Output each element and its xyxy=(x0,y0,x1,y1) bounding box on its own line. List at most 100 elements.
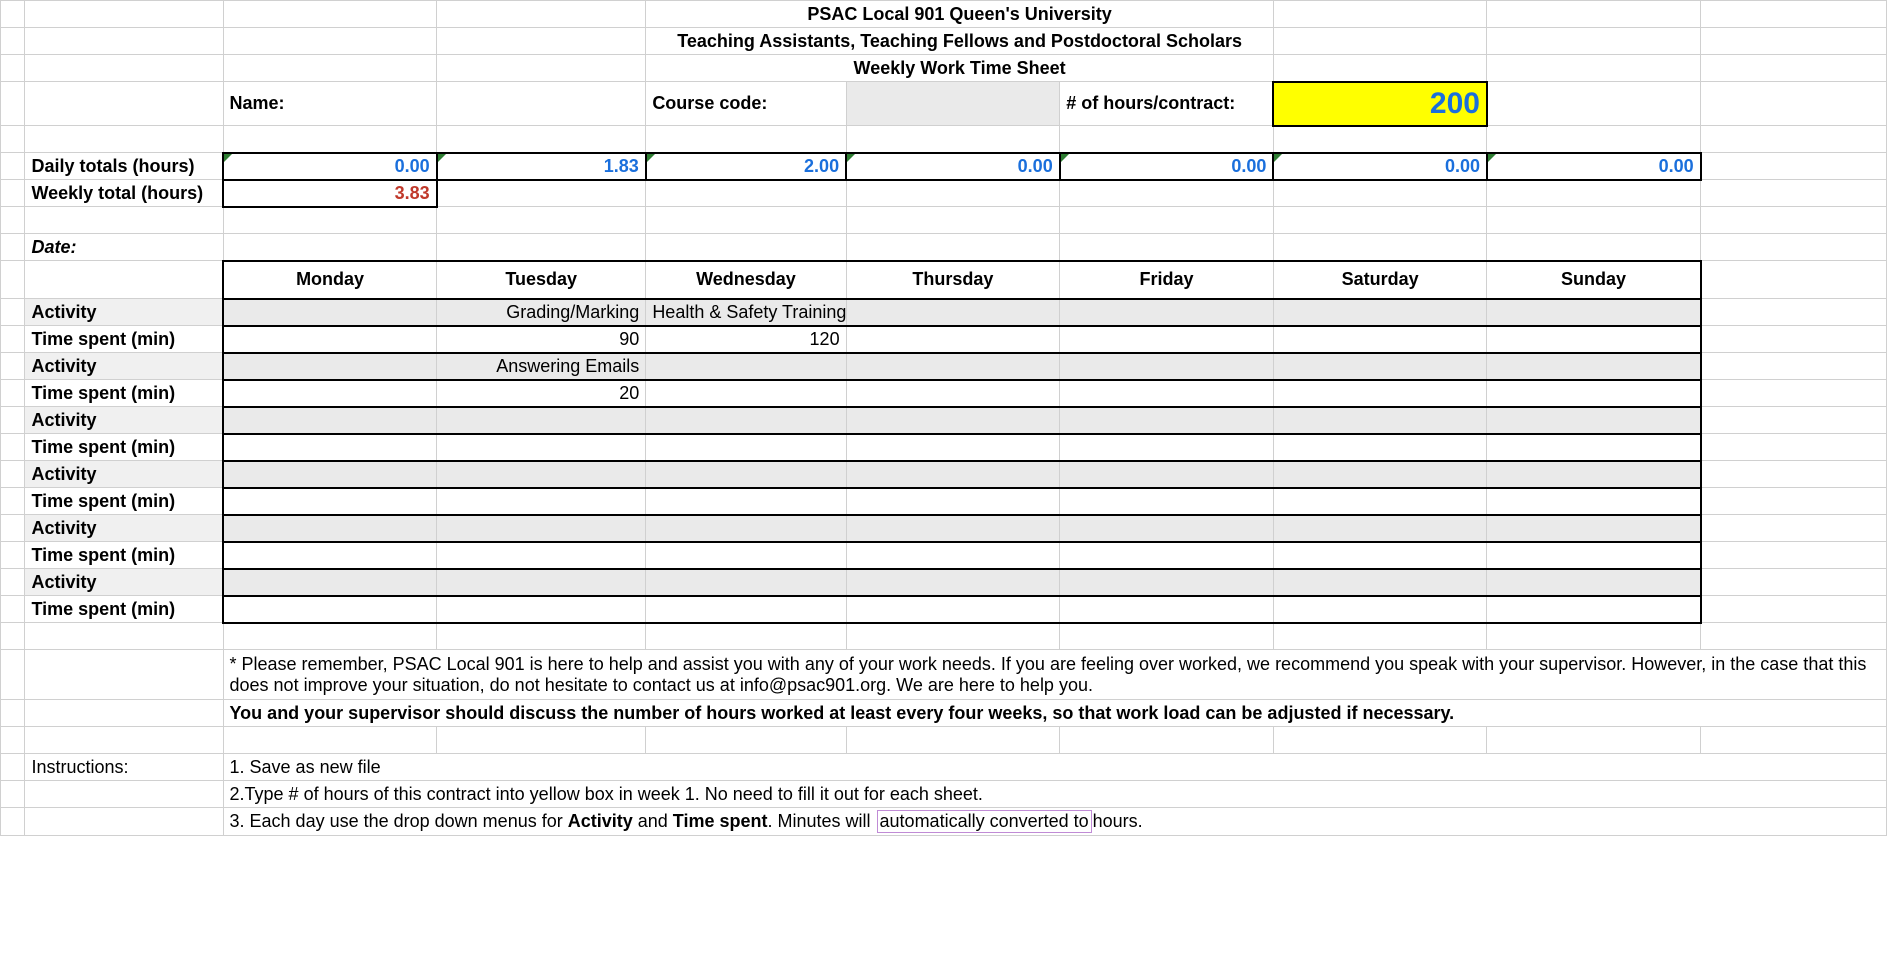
activity-cell[interactable] xyxy=(846,569,1060,596)
time-cell[interactable] xyxy=(1487,380,1701,407)
activity-cell[interactable] xyxy=(1273,461,1487,488)
activity-cell[interactable] xyxy=(223,461,437,488)
time-cell[interactable] xyxy=(846,596,1060,623)
time-cell[interactable] xyxy=(846,380,1060,407)
activity-cell[interactable] xyxy=(1273,515,1487,542)
activity-cell[interactable] xyxy=(1060,353,1274,380)
time-cell[interactable] xyxy=(223,596,437,623)
instruction-step-3: 3. Each day use the drop down menus for … xyxy=(223,808,1886,836)
time-cell[interactable] xyxy=(223,488,437,515)
time-cell[interactable] xyxy=(1060,434,1274,461)
time-cell[interactable] xyxy=(1273,326,1487,353)
activity-cell[interactable] xyxy=(1273,299,1487,326)
activity-cell[interactable] xyxy=(846,353,1060,380)
time-cell[interactable] xyxy=(1060,326,1274,353)
activity-cell[interactable] xyxy=(646,353,846,380)
activity-cell[interactable] xyxy=(1487,461,1701,488)
time-cell[interactable] xyxy=(846,542,1060,569)
activity-cell[interactable] xyxy=(1487,299,1701,326)
activity-cell[interactable] xyxy=(646,407,846,434)
time-cell[interactable] xyxy=(646,542,846,569)
time-cell[interactable] xyxy=(1273,596,1487,623)
time-cell[interactable] xyxy=(846,434,1060,461)
time-cell[interactable] xyxy=(437,488,646,515)
activity-cell[interactable]: Grading/Marking xyxy=(437,299,646,326)
activity-cell[interactable] xyxy=(437,515,646,542)
time-cell[interactable] xyxy=(223,542,437,569)
time-cell[interactable] xyxy=(1273,542,1487,569)
time-cell[interactable] xyxy=(646,380,846,407)
time-cell[interactable] xyxy=(646,596,846,623)
time-cell[interactable] xyxy=(1060,542,1274,569)
time-cell[interactable]: 90 xyxy=(437,326,646,353)
activity-cell[interactable] xyxy=(646,569,846,596)
activity-cell[interactable] xyxy=(223,569,437,596)
daily-total-tue: 1.83 xyxy=(437,153,646,180)
label-activity: Activity xyxy=(25,407,223,434)
time-cell[interactable] xyxy=(1487,488,1701,515)
time-cell[interactable] xyxy=(1060,380,1274,407)
time-cell[interactable] xyxy=(646,488,846,515)
activity-cell[interactable]: Answering Emails xyxy=(437,353,646,380)
activity-cell[interactable] xyxy=(1273,407,1487,434)
activity-cell[interactable] xyxy=(223,353,437,380)
day-header-sun: Sunday xyxy=(1487,261,1701,299)
activity-cell[interactable] xyxy=(1273,569,1487,596)
time-cell[interactable] xyxy=(1273,434,1487,461)
label-time-spent: Time spent (min) xyxy=(25,380,223,407)
activity-cell[interactable] xyxy=(846,515,1060,542)
activity-cell[interactable] xyxy=(1487,515,1701,542)
activity-cell[interactable]: Health & Safety Training xyxy=(646,299,846,326)
activity-cell[interactable] xyxy=(1060,407,1274,434)
time-cell[interactable] xyxy=(437,434,646,461)
activity-cell[interactable] xyxy=(846,461,1060,488)
contract-hours-input[interactable]: 200 xyxy=(1273,82,1487,126)
time-cell[interactable] xyxy=(1273,488,1487,515)
time-cell[interactable] xyxy=(1487,434,1701,461)
activity-cell[interactable] xyxy=(1273,353,1487,380)
time-cell[interactable] xyxy=(646,434,846,461)
activity-cell[interactable] xyxy=(1487,569,1701,596)
activity-cell[interactable] xyxy=(1060,515,1274,542)
time-cell[interactable] xyxy=(223,380,437,407)
activity-cell[interactable] xyxy=(846,407,1060,434)
time-cell[interactable] xyxy=(223,326,437,353)
activity-cell[interactable] xyxy=(1487,353,1701,380)
time-cell[interactable] xyxy=(1487,542,1701,569)
activity-cell[interactable] xyxy=(1060,299,1274,326)
activity-cell[interactable] xyxy=(437,569,646,596)
activity-cell[interactable] xyxy=(1060,461,1274,488)
label-activity: Activity xyxy=(25,461,223,488)
activity-cell[interactable] xyxy=(646,515,846,542)
time-cell[interactable] xyxy=(1487,326,1701,353)
activity-cell[interactable] xyxy=(646,461,846,488)
time-cell[interactable] xyxy=(437,542,646,569)
daily-total-thu: 0.00 xyxy=(846,153,1060,180)
time-cell[interactable]: 120 xyxy=(646,326,846,353)
time-cell[interactable] xyxy=(437,596,646,623)
course-code-input[interactable] xyxy=(846,82,1060,126)
step3-text: and xyxy=(633,811,673,831)
time-cell[interactable] xyxy=(1273,380,1487,407)
activity-cell[interactable] xyxy=(223,407,437,434)
activity-cell[interactable] xyxy=(1487,407,1701,434)
time-cell[interactable]: 20 xyxy=(437,380,646,407)
time-cell[interactable] xyxy=(1060,488,1274,515)
time-cell[interactable] xyxy=(223,434,437,461)
time-cell[interactable] xyxy=(846,326,1060,353)
activity-cell[interactable] xyxy=(1060,569,1274,596)
note-reminder: * Please remember, PSAC Local 901 is her… xyxy=(223,650,1886,700)
name-input[interactable] xyxy=(437,82,646,126)
time-cell[interactable] xyxy=(1487,596,1701,623)
activity-cell[interactable] xyxy=(437,461,646,488)
activity-cell[interactable] xyxy=(223,515,437,542)
activity-cell[interactable] xyxy=(846,299,1060,326)
day-header-thu: Thursday xyxy=(846,261,1060,299)
step3-text: . Minutes will xyxy=(768,811,876,831)
activity-cell[interactable] xyxy=(223,299,437,326)
daily-total-fri: 0.00 xyxy=(1060,153,1274,180)
activity-cell[interactable] xyxy=(437,407,646,434)
time-cell[interactable] xyxy=(1060,596,1274,623)
time-cell[interactable] xyxy=(846,488,1060,515)
instruction-step-1: 1. Save as new file xyxy=(223,754,1886,781)
